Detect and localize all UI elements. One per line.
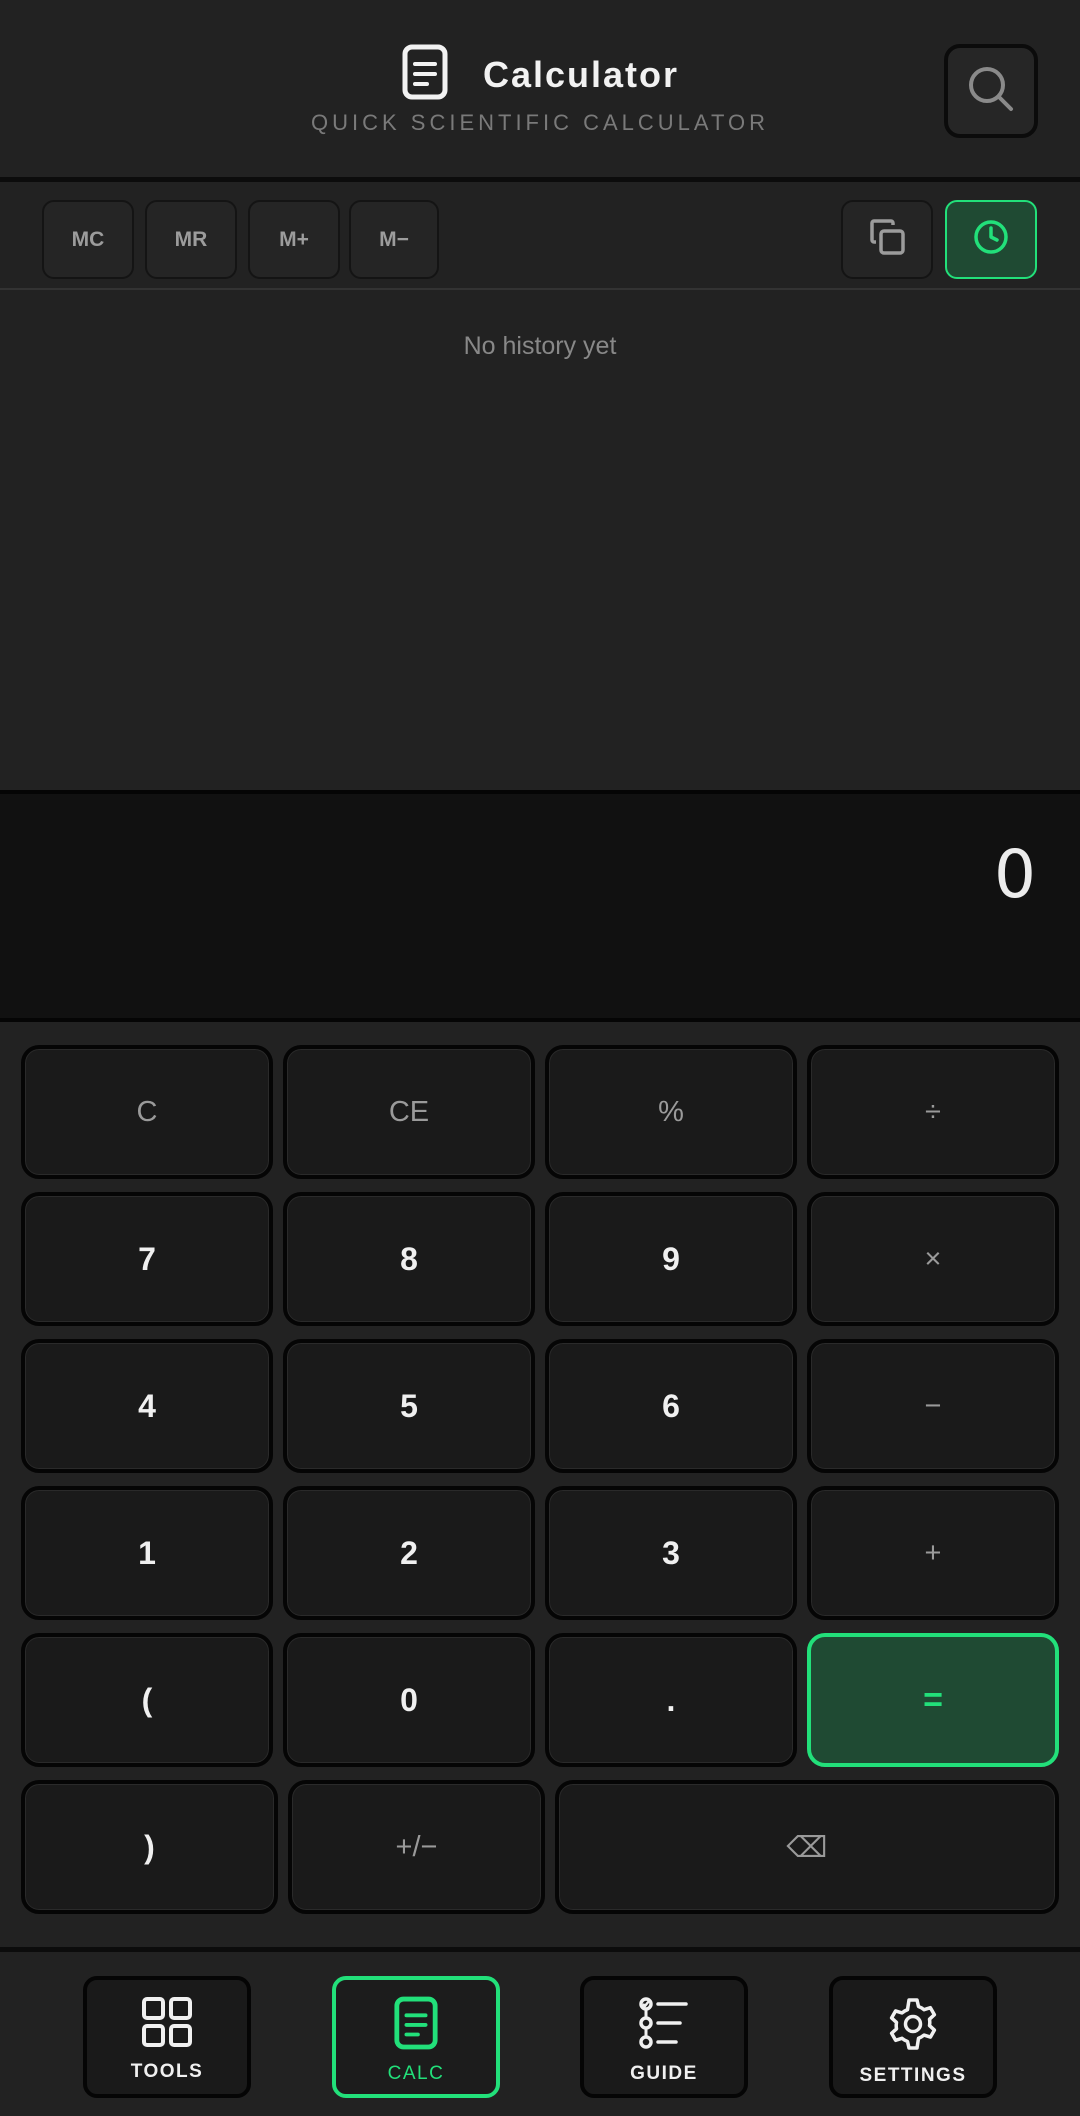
search-icon: [966, 64, 1016, 119]
digit-7-key[interactable]: 7: [21, 1192, 273, 1326]
memory-recall-button[interactable]: MR: [145, 200, 237, 279]
page-title: Calculator: [482, 53, 680, 95]
nav-label-calc: CALC: [387, 2063, 445, 2084]
history-toggle-button[interactable]: [945, 200, 1037, 279]
page-subtitle: QUICK SCIENTIFIC CALCULATOR: [310, 110, 769, 135]
display-value: 0: [994, 836, 1036, 913]
memory-subtract-button[interactable]: M−: [349, 200, 439, 279]
list-icon: [638, 1996, 690, 2055]
sign-toggle-key[interactable]: +/−: [288, 1780, 545, 1914]
digit-4-key[interactable]: 4: [21, 1339, 273, 1473]
nav-label-settings: SETTINGS: [859, 2065, 967, 2086]
divide-key[interactable]: ÷: [807, 1045, 1059, 1179]
nav-item-tools[interactable]: TOOLS: [83, 1976, 251, 2098]
digit-9-key[interactable]: 9: [545, 1192, 797, 1326]
calculator-display: 0: [0, 790, 1080, 1022]
clear-key[interactable]: C: [21, 1045, 273, 1179]
memory-add-button[interactable]: M+: [248, 200, 340, 279]
decimal-key[interactable]: .: [545, 1633, 797, 1767]
keypad: C CE % ÷ 7 8 9 × 4 5 6 − 1 2 3 + ( 0 . =…: [0, 1022, 1080, 1947]
open-paren-key[interactable]: (: [21, 1633, 273, 1767]
nav-label-guide: GUIDE: [630, 2063, 698, 2084]
add-key[interactable]: +: [807, 1486, 1059, 1620]
memory-clear-button[interactable]: MC: [42, 200, 134, 279]
title-row: Calculator: [0, 44, 1080, 105]
subtract-key[interactable]: −: [807, 1339, 1059, 1473]
memory-bar: MC MR M+ M−: [0, 187, 1080, 290]
close-paren-key[interactable]: ): [21, 1780, 278, 1914]
clock-icon: [971, 217, 1011, 263]
app-header: Calculator QUICK SCIENTIFIC CALCULATOR: [0, 0, 1080, 182]
bottom-nav: TOOLS CALC GUIDE SETTINGS: [0, 1947, 1080, 2116]
grid-icon: [141, 1996, 193, 2053]
gear-icon: [885, 1996, 941, 2057]
copy-button[interactable]: [841, 200, 933, 279]
multiply-key[interactable]: ×: [807, 1192, 1059, 1326]
copy-icon: [867, 217, 907, 263]
digit-2-key[interactable]: 2: [283, 1486, 535, 1620]
nav-item-settings[interactable]: SETTINGS: [829, 1976, 997, 2098]
history-panel: No history yet: [0, 290, 1080, 790]
digit-1-key[interactable]: 1: [21, 1486, 273, 1620]
digit-6-key[interactable]: 6: [545, 1339, 797, 1473]
nav-label-tools: TOOLS: [130, 2061, 204, 2082]
document-icon: [401, 44, 449, 105]
percent-key[interactable]: %: [545, 1045, 797, 1179]
equals-key[interactable]: =: [807, 1633, 1059, 1767]
history-empty-text: No history yet: [463, 332, 617, 360]
backspace-icon: ⌫: [786, 1831, 828, 1864]
digit-3-key[interactable]: 3: [545, 1486, 797, 1620]
clear-entry-key[interactable]: CE: [283, 1045, 535, 1179]
document-icon: [393, 1996, 439, 2055]
backspace-key[interactable]: ⌫: [555, 1780, 1059, 1914]
search-button[interactable]: [944, 44, 1038, 138]
nav-item-guide[interactable]: GUIDE: [580, 1976, 748, 2098]
digit-8-key[interactable]: 8: [283, 1192, 535, 1326]
digit-0-key[interactable]: 0: [283, 1633, 535, 1767]
digit-5-key[interactable]: 5: [283, 1339, 535, 1473]
nav-item-calc[interactable]: CALC: [332, 1976, 500, 2098]
